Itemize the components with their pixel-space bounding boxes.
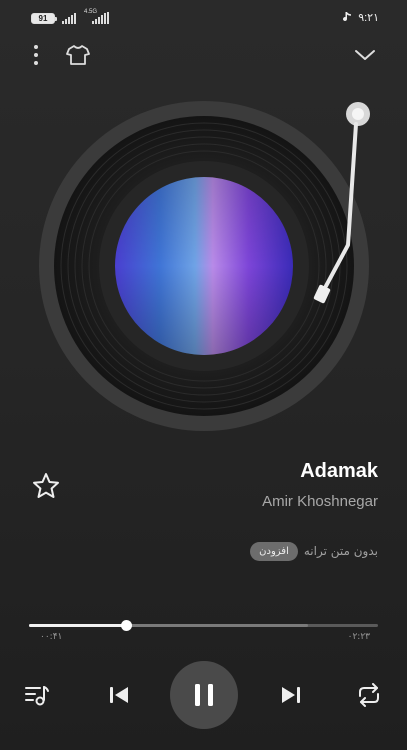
playlist-button[interactable] — [22, 680, 52, 710]
repeat-icon — [359, 683, 379, 707]
track-title: Adamak — [300, 460, 378, 482]
seek-bar[interactable] — [29, 620, 378, 631]
battery-icon: 91 — [31, 13, 57, 24]
chevron-down-icon[interactable] — [353, 44, 377, 66]
tiktok-note-icon — [343, 12, 351, 22]
signal-icon — [92, 12, 110, 24]
status-time: ۹:۲۱ — [358, 12, 379, 24]
status-bar: 91 4.5G ۹:۲۱ — [0, 0, 407, 34]
battery-level: 91 — [38, 14, 48, 23]
track-artist[interactable]: Amir Khoshnegar — [262, 493, 378, 510]
add-lyrics-button[interactable]: افزودن — [250, 541, 298, 561]
total-time: ۰۲:۲۳ — [347, 632, 370, 642]
favorite-star-button[interactable] — [31, 471, 61, 501]
elapsed-time: ۰۰:۴۱ — [40, 632, 63, 642]
playlist-icon — [25, 686, 49, 706]
seek-handle[interactable] — [121, 620, 133, 631]
previous-icon — [110, 687, 128, 703]
shirt-icon[interactable] — [64, 42, 92, 68]
repeat-button[interactable] — [354, 680, 384, 710]
signal-icon — [62, 12, 76, 24]
previous-button[interactable] — [104, 680, 134, 710]
no-lyrics-label: بدون متن ترانه — [303, 544, 378, 558]
next-icon — [282, 687, 300, 703]
pause-icon — [195, 684, 213, 706]
vinyl-record — [39, 101, 370, 431]
star-icon — [33, 473, 59, 498]
pause-button[interactable] — [170, 661, 238, 729]
lyrics-row: بدون متن ترانه افزودن — [250, 540, 378, 562]
next-button[interactable] — [276, 680, 306, 710]
seek-progress — [29, 624, 127, 627]
more-vertical-icon[interactable] — [24, 42, 48, 68]
